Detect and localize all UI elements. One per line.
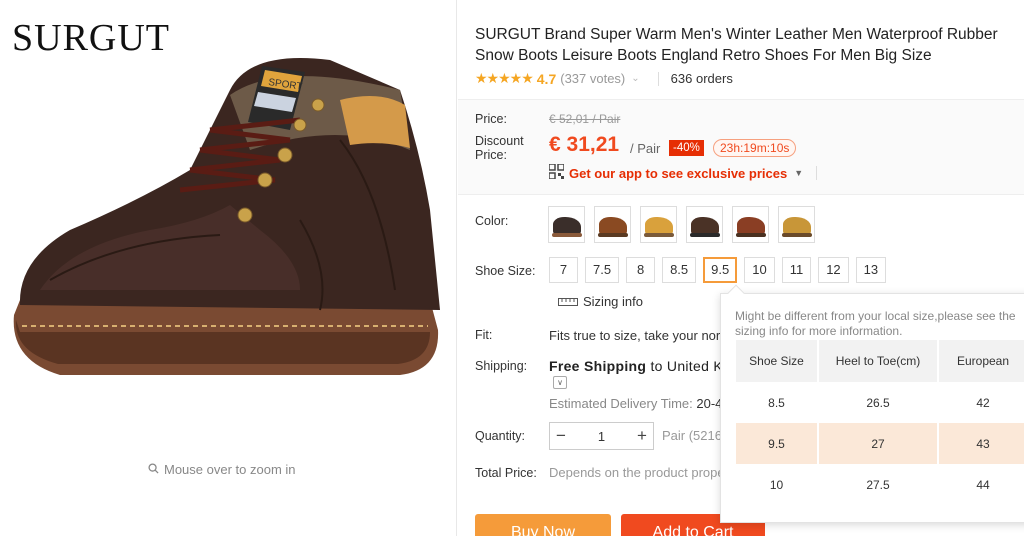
current-price: € 31,21 <box>549 133 620 156</box>
buy-now-button[interactable]: Buy Now <box>475 514 611 536</box>
boot-sole-icon <box>598 233 628 237</box>
quantity-label: Quantity: <box>475 429 526 443</box>
size-option-8-5[interactable]: 8.5 <box>662 257 697 283</box>
orders-count: 636 orders <box>670 71 733 86</box>
color-swatch-yellow[interactable] <box>640 206 677 243</box>
fit-label: Fit: <box>475 328 493 342</box>
column-header: Heel to Toe(cm) <box>818 340 939 382</box>
size-option-11[interactable]: 11 <box>781 257 812 283</box>
table-cell: 43 <box>938 423 1024 464</box>
boot-sole-icon <box>552 233 582 237</box>
original-price: € 52,01 / Pair <box>549 112 621 126</box>
shipping-label: Shipping: <box>475 359 528 373</box>
color-swatch-dark-brown[interactable] <box>686 206 723 243</box>
chevron-down-icon[interactable]: ∨ <box>553 376 567 389</box>
price-unit: / Pair <box>630 141 661 156</box>
sizing-info-link[interactable]: Sizing info <box>558 294 643 309</box>
caret-down-icon: ▼ <box>794 168 804 178</box>
rating-score: 4.7 <box>536 70 557 87</box>
votes-link[interactable]: (337 votes) <box>560 71 625 86</box>
color-swatch-black[interactable] <box>548 206 585 243</box>
color-swatch-red-brown[interactable] <box>732 206 769 243</box>
shipping-method[interactable]: Free Shipping to United K <box>549 358 723 374</box>
product-gallery: SURGUT SPORT Mouse over to zoom in <box>0 0 458 536</box>
magnifier-icon <box>148 462 159 477</box>
size-option-8[interactable]: 8 <box>626 257 656 283</box>
boot-sole-icon <box>736 233 766 237</box>
boot-sole-icon <box>644 233 674 237</box>
zoom-hint: Mouse over to zoom in <box>148 462 296 477</box>
table-cell: 9.5 <box>736 423 819 464</box>
size-option-10[interactable]: 10 <box>744 257 775 283</box>
color-swatch-brown[interactable] <box>594 206 631 243</box>
zoom-hint-text: Mouse over to zoom in <box>164 462 296 477</box>
boot-sole-icon <box>782 233 812 237</box>
product-title: SURGUT Brand Super Warm Men's Winter Lea… <box>475 26 998 64</box>
increase-button[interactable]: + <box>637 426 647 446</box>
table-header-row: Shoe Size Heel to Toe(cm) European <box>736 340 1024 382</box>
size-label: Shoe Size: <box>475 264 536 278</box>
fit-text: Fits true to size, take your norm <box>549 328 732 343</box>
column-header: European <box>938 340 1024 382</box>
rating-stars-icon: ★★★★★ <box>475 70 534 86</box>
color-label: Color: <box>475 214 509 228</box>
product-image[interactable]: SPORT <box>0 30 458 430</box>
color-swatch-tan[interactable] <box>778 206 815 243</box>
table-cell: 10 <box>736 464 819 505</box>
table-row: 8.5 26.5 42 <box>736 382 1024 423</box>
size-option-9-5[interactable]: 9.5 <box>703 257 738 283</box>
countdown-timer: 23h:19m:10s <box>713 139 797 157</box>
color-options <box>548 206 815 243</box>
table-row: 10 27.5 44 <box>736 464 1024 505</box>
divider <box>816 166 818 180</box>
rating-row: ★★★★★ 4.7 (337 votes) ⌄ 636 orders <box>475 70 733 87</box>
delivery-value: 20-4 <box>696 396 723 411</box>
quantity-stepper[interactable]: − 1 + <box>549 422 654 450</box>
table-cell: 8.5 <box>736 382 819 423</box>
size-chart-table: Shoe Size Heel to Toe(cm) European 8.5 2… <box>736 340 1024 505</box>
table-cell: 27.5 <box>818 464 939 505</box>
discount-price-label: Discount Price: <box>475 134 524 162</box>
table-cell: 42 <box>938 382 1024 423</box>
table-cell: 44 <box>938 464 1024 505</box>
qr-code-icon <box>548 163 565 182</box>
table-row-selected: 9.5 27 43 <box>736 423 1024 464</box>
decrease-button[interactable]: − <box>556 426 566 446</box>
discount-badge: -40% <box>669 140 704 156</box>
availability: Pair (5216 <box>662 428 722 443</box>
app-promo-text: Get our app to see exclusive prices <box>569 165 788 181</box>
size-tooltip: Might be different from your local size,… <box>720 284 1024 523</box>
total-price-value: Depends on the product prope <box>549 465 725 480</box>
boot-sole-icon <box>690 233 720 237</box>
total-price-label: Total Price: <box>475 466 537 480</box>
shipping-destination: to United K <box>646 358 724 374</box>
size-option-7[interactable]: 7 <box>549 257 578 283</box>
ruler-icon <box>558 294 578 309</box>
panel-divider <box>456 0 457 536</box>
table-cell: 27 <box>818 423 939 464</box>
app-promo[interactable]: Get our app to see exclusive prices ▼ <box>548 163 818 182</box>
size-tooltip-note: Might be different from your local size,… <box>735 309 1016 338</box>
delivery-label: Estimated Delivery Time: <box>549 396 697 411</box>
table-cell: 26.5 <box>818 382 939 423</box>
sizing-info-text: Sizing info <box>583 294 643 309</box>
free-shipping-text: Free Shipping <box>549 358 647 374</box>
price-label: Price: <box>475 112 507 126</box>
size-options: 7 7.5 8 8.5 9.5 10 11 12 13 <box>549 257 887 283</box>
divider <box>657 71 659 86</box>
size-option-7-5[interactable]: 7.5 <box>585 257 620 283</box>
chevron-down-icon[interactable]: ⌄ <box>631 73 639 84</box>
size-option-12[interactable]: 12 <box>818 257 849 283</box>
column-header: Shoe Size <box>736 340 819 382</box>
quantity-value[interactable]: 1 <box>598 429 605 444</box>
delivery-estimate: Estimated Delivery Time: 20-4 <box>549 396 722 411</box>
price-box: Price: € 52,01 / Pair Discount Price: € … <box>458 99 1024 195</box>
size-option-13[interactable]: 13 <box>855 257 887 283</box>
